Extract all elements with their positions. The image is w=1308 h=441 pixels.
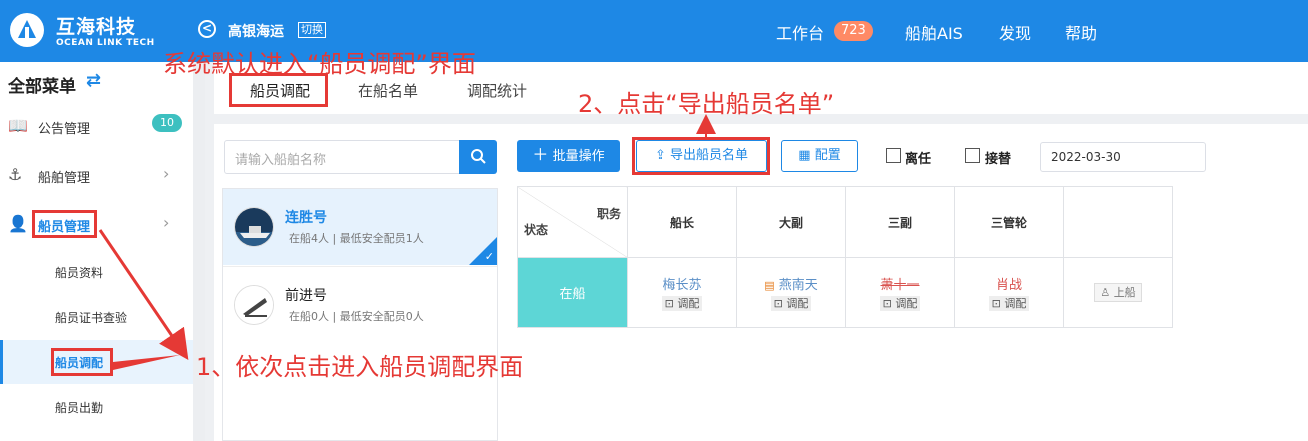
annotation-arrows — [98, 114, 716, 370]
